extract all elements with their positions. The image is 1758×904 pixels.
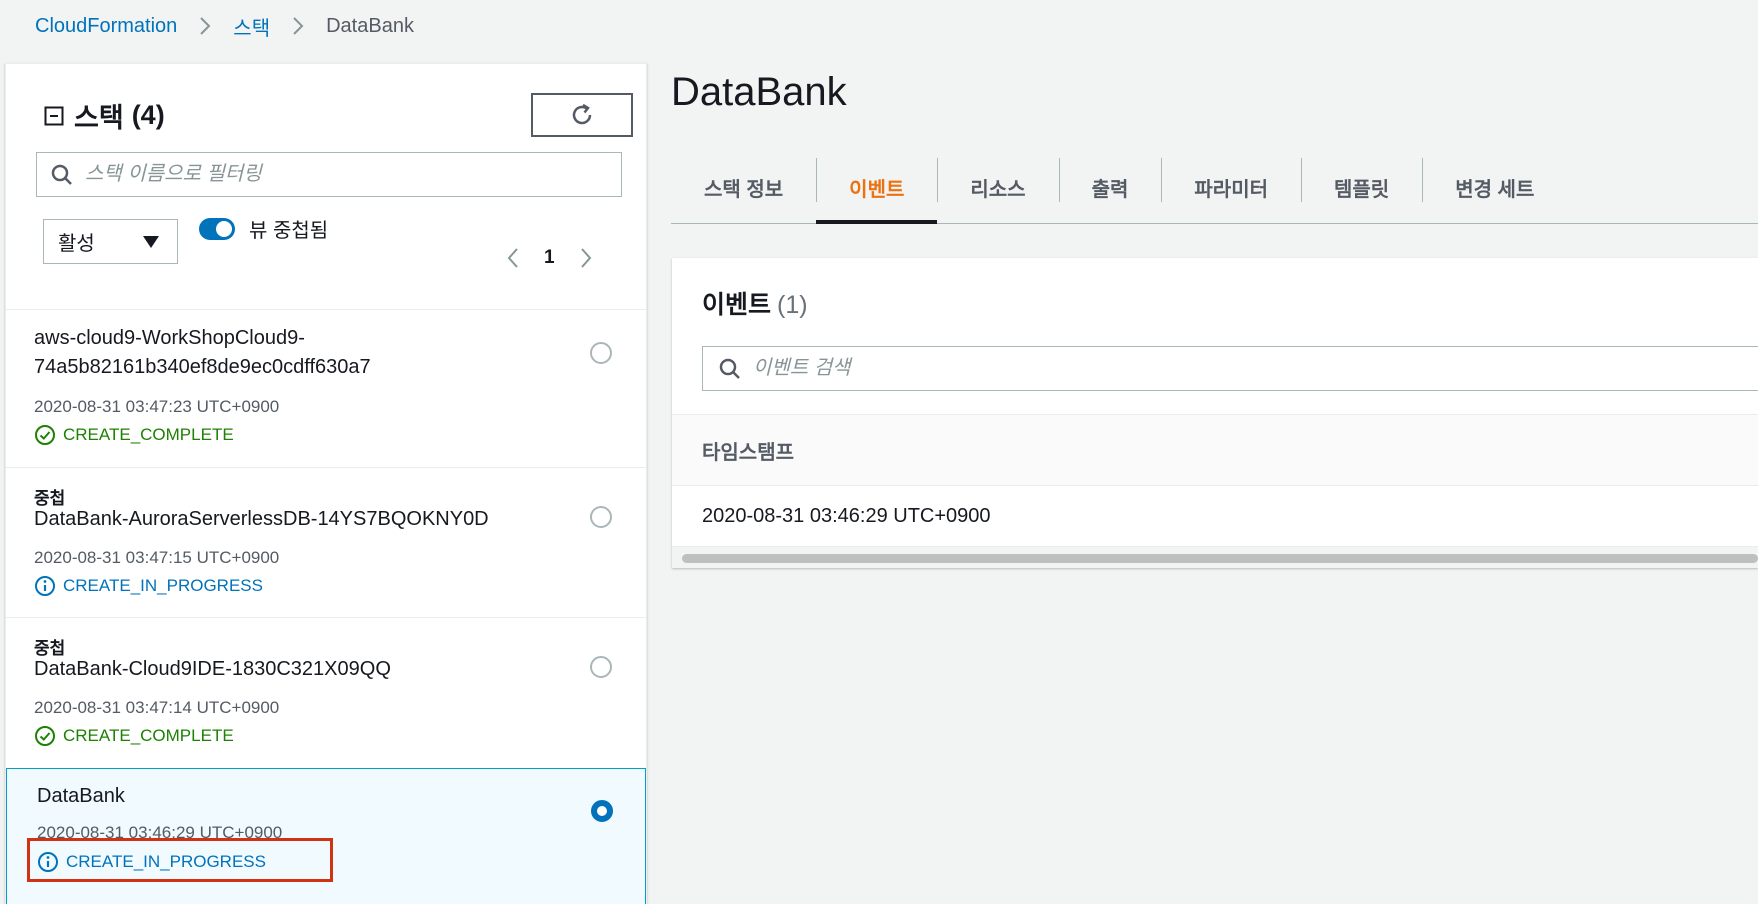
stack-list-item-selected[interactable]: DataBank 2020-08-31 03:46:29 UTC+0900 CR… xyxy=(6,768,646,904)
horizontal-scrollbar[interactable] xyxy=(672,546,1758,568)
breadcrumb-current: DataBank xyxy=(326,14,414,37)
stack-timestamp: 2020-08-31 03:47:23 UTC+0900 xyxy=(34,397,280,416)
tab-events[interactable]: 이벤트 xyxy=(816,152,938,224)
page-number[interactable]: 1 xyxy=(544,247,555,269)
chevron-left-icon[interactable] xyxy=(506,247,520,269)
stack-radio[interactable] xyxy=(590,656,612,678)
check-circle-icon xyxy=(34,725,56,747)
status-filter-select[interactable]: 활성 xyxy=(43,219,178,264)
stack-timestamp: 2020-08-31 03:47:14 UTC+0900 xyxy=(34,698,280,717)
breadcrumb-cloudformation-link[interactable]: CloudFormation xyxy=(35,15,177,38)
events-title-label: 이벤트 xyxy=(702,291,772,319)
table-row: 2020-08-31 03:46:29 UTC+0900 xyxy=(672,486,1758,546)
scrollbar-thumb[interactable] xyxy=(682,554,1758,563)
stacks-panel: 스택 (4) 활성 뷰 중첩됨 1 aws-clou xyxy=(5,63,647,904)
nested-view-toggle[interactable]: 뷰 중첩됨 xyxy=(199,214,328,243)
tab-resources[interactable]: 리소스 xyxy=(937,152,1058,223)
event-timestamp: 2020-08-31 03:46:29 UTC+0900 xyxy=(702,504,991,527)
stack-name[interactable]: DataBank xyxy=(37,782,537,811)
stack-filter-field[interactable] xyxy=(36,152,622,197)
refresh-icon xyxy=(572,103,592,125)
events-count: (1) xyxy=(777,291,808,319)
search-icon xyxy=(719,358,740,379)
chevron-right-icon[interactable] xyxy=(579,247,593,269)
stacks-panel-header: 스택 (4) 활성 뷰 중첩됨 1 xyxy=(6,64,646,309)
stacks-panel-title: 스택 (4) xyxy=(44,96,165,135)
stack-filter-input[interactable] xyxy=(85,163,598,186)
stack-list-item[interactable]: 중첩 DataBank-AuroraServerlessDB-14YS7BQOK… xyxy=(6,467,646,617)
tab-template[interactable]: 템플릿 xyxy=(1301,152,1422,223)
nested-view-label: 뷰 중첩됨 xyxy=(249,220,329,242)
stack-name[interactable]: DataBank-Cloud9IDE-1830C321X09QQ xyxy=(34,655,534,684)
refresh-button[interactable] xyxy=(531,93,633,137)
stack-radio[interactable] xyxy=(590,506,612,528)
breadcrumb: CloudFormation 스택 DataBank xyxy=(35,12,414,40)
breadcrumb-stacks-link[interactable]: 스택 xyxy=(233,12,270,41)
tab-change-sets[interactable]: 변경 세트 xyxy=(1422,152,1567,223)
stack-status: CREATE_COMPLETE xyxy=(34,725,234,747)
stack-status: CREATE_IN_PROGRESS xyxy=(34,575,263,597)
event-search-field[interactable] xyxy=(702,346,1758,391)
stack-radio[interactable] xyxy=(591,800,613,822)
chevron-right-icon xyxy=(199,16,211,36)
stack-status-label: CREATE_IN_PROGRESS xyxy=(63,576,263,595)
stack-status-label: CREATE_COMPLETE xyxy=(63,425,234,444)
tab-stack-info[interactable]: 스택 정보 xyxy=(671,152,816,223)
stack-detail-tabs: 스택 정보 이벤트 리소스 출력 파라미터 템플릿 변경 세트 xyxy=(671,152,1758,224)
event-search-input[interactable] xyxy=(753,357,1689,380)
table-header: 타임스탬프 xyxy=(672,414,1758,486)
stack-timestamp: 2020-08-31 03:46:29 UTC+0900 xyxy=(37,823,283,842)
info-icon xyxy=(34,575,56,597)
pagination: 1 xyxy=(506,247,593,269)
events-title: 이벤트 (1) xyxy=(702,285,808,321)
status-filter-value: 활성 xyxy=(58,233,95,255)
chevron-right-icon xyxy=(292,16,304,36)
stack-timestamp: 2020-08-31 03:47:15 UTC+0900 xyxy=(34,548,280,567)
caret-down-icon xyxy=(143,235,159,248)
collapse-icon[interactable] xyxy=(44,106,64,126)
stack-radio[interactable] xyxy=(590,342,612,364)
stack-status-label: CREATE_IN_PROGRESS xyxy=(66,852,266,871)
stack-status: CREATE_IN_PROGRESS xyxy=(37,851,266,873)
stack-name[interactable]: DataBank-AuroraServerlessDB-14YS7BQOKNY0… xyxy=(34,505,534,534)
stacks-count: (4) xyxy=(131,100,165,130)
stacks-title-label: 스택 xyxy=(74,103,124,133)
tab-outputs[interactable]: 출력 xyxy=(1058,152,1162,223)
stack-status: CREATE_COMPLETE xyxy=(34,424,234,446)
toggle-switch[interactable] xyxy=(199,217,235,240)
search-icon xyxy=(51,164,72,185)
column-header-timestamp[interactable]: 타임스탬프 xyxy=(702,436,794,465)
stack-status-label: CREATE_COMPLETE xyxy=(63,726,234,745)
stack-name[interactable]: aws-cloud9-WorkShopCloud9-74a5b82161b340… xyxy=(34,324,534,382)
stack-list-item[interactable]: aws-cloud9-WorkShopCloud9-74a5b82161b340… xyxy=(6,309,646,467)
info-icon xyxy=(37,851,59,873)
check-circle-icon xyxy=(34,424,56,446)
stack-list-item[interactable]: 중첩 DataBank-Cloud9IDE-1830C321X09QQ 2020… xyxy=(6,617,646,767)
tab-parameters[interactable]: 파라미터 xyxy=(1161,152,1301,223)
events-card: 이벤트(1) 타임스탬프 2020-08-31 03:46:29 UTC+090… xyxy=(672,258,1758,568)
page-title: DataBank xyxy=(671,70,847,114)
